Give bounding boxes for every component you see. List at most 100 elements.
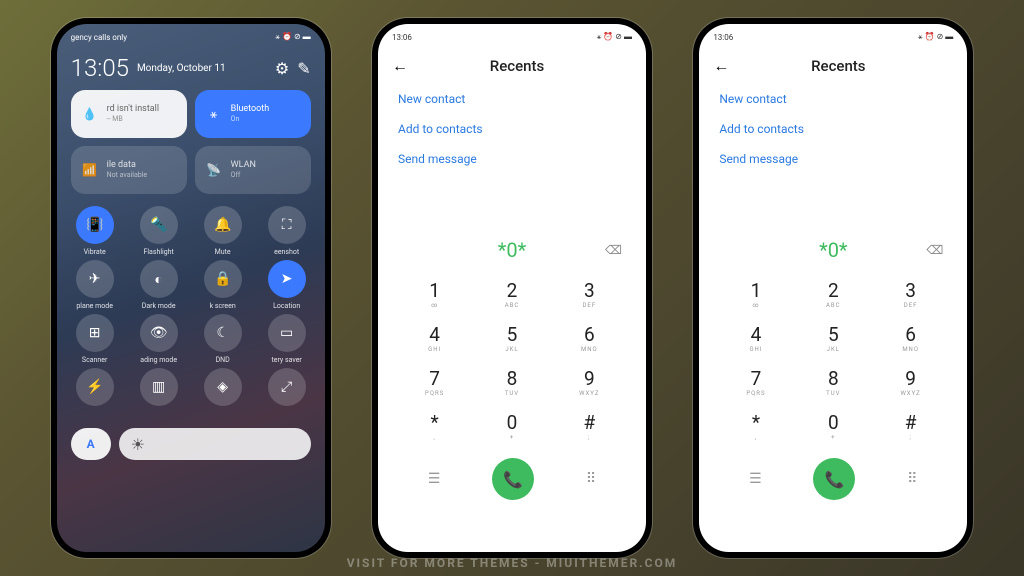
watermark-text: VISIT FOR MORE THEMES - MIUITHEMER.COM xyxy=(0,556,1024,570)
keypad-key[interactable]: 4GHI xyxy=(396,316,473,360)
menu-icon[interactable]: ☰ xyxy=(749,471,762,487)
cc-toggle[interactable]: ◈ xyxy=(193,368,253,410)
keypad-key[interactable]: #; xyxy=(551,404,628,448)
keypad-key[interactable]: 7PQRS xyxy=(396,360,473,404)
cc-toggle[interactable]: ⤢ xyxy=(257,368,317,410)
keypad-key[interactable]: 7PQRS xyxy=(717,360,794,404)
call-button[interactable]: 📞 xyxy=(813,458,855,500)
keypad-key[interactable]: 8TUV xyxy=(473,360,550,404)
keypad-key[interactable]: 1∞ xyxy=(717,272,794,316)
key-letters: ∞ xyxy=(431,302,438,309)
keypad-key[interactable]: 1∞ xyxy=(396,272,473,316)
key-letters: MNO xyxy=(581,346,598,353)
dialpad-icon[interactable]: ⠿ xyxy=(586,471,596,487)
key-number: 4 xyxy=(429,323,440,346)
toggle-icon: ⛶ xyxy=(268,206,306,244)
cc-toggle[interactable]: ☾DND xyxy=(193,314,253,364)
auto-brightness-button[interactable]: A xyxy=(71,428,111,460)
keypad-key[interactable]: 9WXYZ xyxy=(872,360,949,404)
cc-toggle[interactable]: 🔒k screen xyxy=(193,260,253,310)
wifi-icon: 📡 xyxy=(207,163,221,177)
keypad-key[interactable]: 3DEF xyxy=(551,272,628,316)
key-number: 8 xyxy=(828,367,839,390)
menu-icon[interactable]: ☰ xyxy=(428,471,441,487)
keypad-key[interactable]: 2ABC xyxy=(473,272,550,316)
status-right-icons: ⚹ ⏰ ⊘ ▬ xyxy=(275,32,310,42)
cc-toggle[interactable]: 🔔Mute xyxy=(193,206,253,256)
keypad-key[interactable]: *, xyxy=(396,404,473,448)
action-link[interactable]: Send message xyxy=(719,152,947,166)
cc-toggle[interactable]: ✈plane mode xyxy=(65,260,125,310)
toggle-label: Flashlight xyxy=(143,248,173,256)
toggle-icon: ◈ xyxy=(204,368,242,406)
cc-toggle[interactable]: ⊞Scanner xyxy=(65,314,125,364)
dialer-header: ← Recents xyxy=(699,46,967,86)
key-letters: PQRS xyxy=(746,390,765,397)
tile-wlan[interactable]: 📡 WLANOff xyxy=(195,146,311,194)
cc-toggle[interactable]: ▥ xyxy=(129,368,189,410)
cc-toggle[interactable]: 🔦Flashlight xyxy=(129,206,189,256)
toggle-icon: ⤢ xyxy=(268,368,306,406)
cc-toggle[interactable]: ▭tery saver xyxy=(257,314,317,364)
call-button[interactable]: 📞 xyxy=(492,458,534,500)
cc-toggle[interactable]: 👁ading mode xyxy=(129,314,189,364)
keypad-key[interactable]: 6MNO xyxy=(551,316,628,360)
cc-toggle[interactable]: 📳Vibrate xyxy=(65,206,125,256)
edit-icon[interactable]: ✎ xyxy=(297,59,310,78)
action-link[interactable]: New contact xyxy=(719,92,947,106)
tile-install[interactable]: 💧 rd isn't install-- MB xyxy=(71,90,187,138)
key-number: 7 xyxy=(751,367,762,390)
key-letters: ; xyxy=(588,434,590,441)
key-number: 3 xyxy=(905,279,916,302)
settings-icon[interactable]: ⚙ xyxy=(275,59,289,78)
key-number: 9 xyxy=(584,367,595,390)
key-letters: WXYZ xyxy=(900,390,920,397)
key-number: 0 xyxy=(828,411,839,434)
key-number: 6 xyxy=(584,323,595,346)
phone-dialer-2: 13:06 ⚹ ⏰ ⊘ ▬ ← Recents New contactAdd t… xyxy=(372,18,652,558)
action-link[interactable]: Add to contacts xyxy=(719,122,947,136)
dial-footer: ☰ 📞 ⠿ xyxy=(378,452,646,510)
toggle-label: DND xyxy=(216,356,230,364)
keypad-key[interactable]: 0+ xyxy=(795,404,872,448)
dial-display: *0* ⌫ xyxy=(699,224,967,268)
keypad-key[interactable]: 8TUV xyxy=(795,360,872,404)
backspace-icon[interactable]: ⌫ xyxy=(605,243,622,257)
keypad-key[interactable]: 4GHI xyxy=(717,316,794,360)
keypad-key[interactable]: 5JKL xyxy=(473,316,550,360)
keypad-key[interactable]: #; xyxy=(872,404,949,448)
cc-toggle[interactable]: ➤Location xyxy=(257,260,317,310)
statusbar: 13:06 ⚹ ⏰ ⊘ ▬ xyxy=(699,24,967,46)
keypad-key[interactable]: 3DEF xyxy=(872,272,949,316)
key-number: 5 xyxy=(828,323,839,346)
action-link[interactable]: Send message xyxy=(398,152,626,166)
keypad-key[interactable]: *, xyxy=(717,404,794,448)
key-letters: ABC xyxy=(505,302,520,309)
brightness-slider[interactable]: ☀ xyxy=(119,428,311,460)
screen: 13:06 ⚹ ⏰ ⊘ ▬ ← Recents New contact Add t… xyxy=(699,24,967,552)
cc-toggle[interactable]: ◐Dark mode xyxy=(129,260,189,310)
toggle-label: plane mode xyxy=(76,302,113,310)
cc-toggle[interactable]: ⛶ eenshot xyxy=(257,206,317,256)
toggle-icon: ⚡ xyxy=(76,368,114,406)
dialpad-icon[interactable]: ⠿ xyxy=(907,471,917,487)
keypad: 1∞2ABC3DEF4GHI5JKL6MNO7PQRS8TUV9WXYZ*,0+… xyxy=(699,268,967,452)
action-link[interactable]: New contact xyxy=(398,92,626,106)
backspace-icon[interactable]: ⌫ xyxy=(926,243,943,257)
tile-mobile-data[interactable]: 📶 ile dataNot available xyxy=(71,146,187,194)
toggle-label: eenshot xyxy=(274,248,299,256)
cc-toggle[interactable]: ⚡ xyxy=(65,368,125,410)
key-number: # xyxy=(583,411,595,434)
status-time: 13:06 xyxy=(713,33,733,42)
key-letters: , xyxy=(755,434,757,441)
keypad-key[interactable]: 0+ xyxy=(473,404,550,448)
toggle-icon: ➤ xyxy=(268,260,306,298)
keypad-key[interactable]: 5JKL xyxy=(795,316,872,360)
action-link[interactable]: Add to contacts xyxy=(398,122,626,136)
keypad-key[interactable]: 9WXYZ xyxy=(551,360,628,404)
keypad-key[interactable]: 6MNO xyxy=(872,316,949,360)
status-left-text: gency calls only xyxy=(71,33,127,42)
key-number: 1 xyxy=(429,279,440,302)
tile-bluetooth[interactable]: ⚹ BluetoothOn xyxy=(195,90,311,138)
keypad-key[interactable]: 2ABC xyxy=(795,272,872,316)
